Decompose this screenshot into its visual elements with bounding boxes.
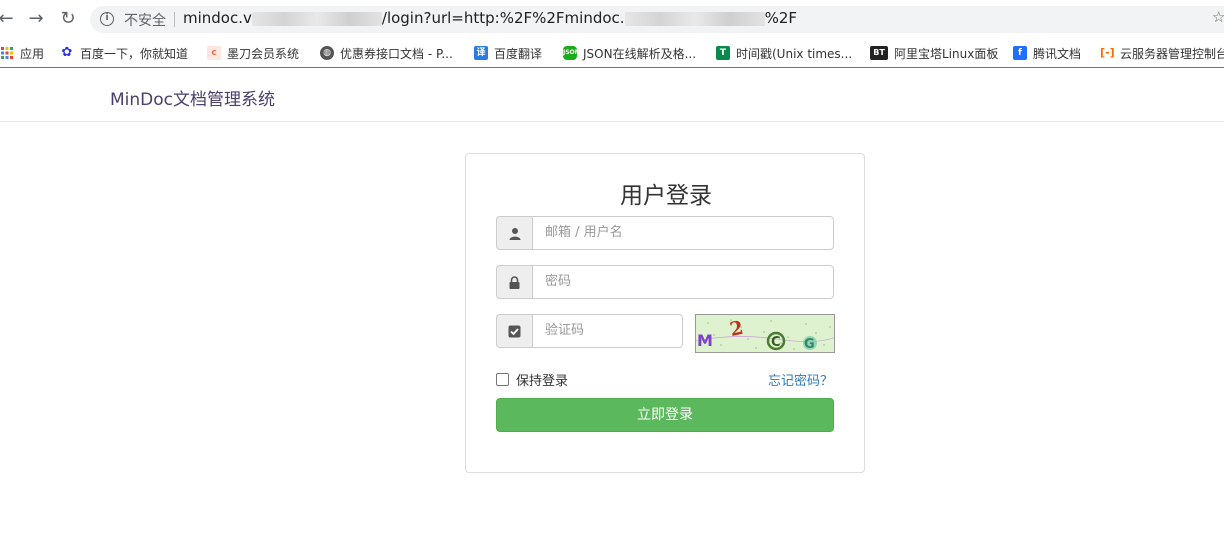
baidu-paw-icon: ✿ [61,45,73,60]
back-arrow-icon[interactable]: ← [0,9,16,29]
captcha-input[interactable]: 验证码 [532,314,683,348]
forward-arrow-icon[interactable]: → [26,9,46,29]
password-input-group: 密码 [496,265,834,299]
captcha-image[interactable]: M 2 C G [695,314,835,353]
redacted-segment [624,11,765,26]
bt-icon: BT [870,46,888,60]
remember-me[interactable]: 保持登录 [496,370,568,389]
password-input[interactable]: 密码 [532,265,834,299]
lock-icon [496,265,532,299]
security-status: 不安全 [124,13,166,29]
user-icon [496,216,532,250]
browser-toolbar: ← → ↻ i 不安全 mindoc.v/login?url=http:%2F%… [0,0,1224,38]
brand-link[interactable]: MinDoc文档管理系统 [110,85,275,110]
bookmark-apps[interactable]: 应用 [0,44,44,62]
url-text[interactable]: mindoc.v/login?url=http:%2F%2Fmindoc. %2F [183,9,797,27]
site-header: MinDoc文档管理系统 [0,69,1224,122]
bookmark-tencent-docs[interactable]: f 腾讯文档 [1013,44,1081,62]
timestamp-icon: T [716,46,730,60]
forgot-password-link[interactable]: 忘记密码？ [768,370,833,389]
login-button[interactable]: 立即登录 [496,398,834,432]
bookmark-bt-panel[interactable]: BT 阿里宝塔Linux面板 [870,44,998,62]
reload-icon[interactable]: ↻ [58,9,78,29]
tencent-docs-icon: f [1013,46,1027,60]
translate-icon: 译 [474,46,488,60]
json-icon: JSON [563,46,580,60]
bookmark-aliyun[interactable]: [-] 云服务器管理控制台 [1100,44,1224,62]
check-square-icon [496,314,532,348]
bookmark-star-icon[interactable]: ☆ [1212,8,1224,26]
bookmarks-bar: 应用 ✿ 百度一下，你就知道 ᴄ 墨刀会员系统 ◍ 优惠券接口文档 - P...… [0,38,1224,68]
remember-label: 保持登录 [516,374,569,389]
captcha-input-group: 验证码 [496,314,683,348]
apps-grid-icon [0,46,14,60]
svg-text:M: M [697,331,713,350]
aliyun-icon: [-] [1100,46,1115,59]
svg-text:2: 2 [728,317,746,341]
bookmark-coupon-docs[interactable]: ◍ 优惠券接口文档 - P... [320,44,453,62]
redacted-segment [251,11,382,26]
bookmark-baidu-translate[interactable]: 译 百度翻译 [474,44,542,62]
info-icon[interactable]: i [100,12,114,26]
address-bar[interactable]: i 不安全 mindoc.v/login?url=http:%2F%2Fmind… [90,6,1224,33]
bookmark-modao[interactable]: ᴄ 墨刀会员系统 [207,44,299,62]
account-input-group: 邮箱 / 用户名 [496,216,834,250]
login-title: 用户登录 [620,183,712,209]
divider [174,12,175,27]
bookmark-timestamp[interactable]: T 时间戳(Unix times... [716,44,852,62]
remember-checkbox[interactable] [496,373,509,386]
globe-icon: ◍ [320,46,334,60]
account-input[interactable]: 邮箱 / 用户名 [532,216,834,250]
login-panel: 用户登录 邮箱 / 用户名 密码 验证码 M 2 C G 保持登录 忘记密码？ … [465,153,865,473]
bookmark-baidu[interactable]: ✿ 百度一下，你就知道 [60,44,188,62]
modao-icon: ᴄ [207,46,221,60]
svg-text:C: C [771,335,781,350]
bookmark-json[interactable]: JSON JSON在线解析及格... [563,44,696,62]
svg-text:G: G [804,337,815,352]
